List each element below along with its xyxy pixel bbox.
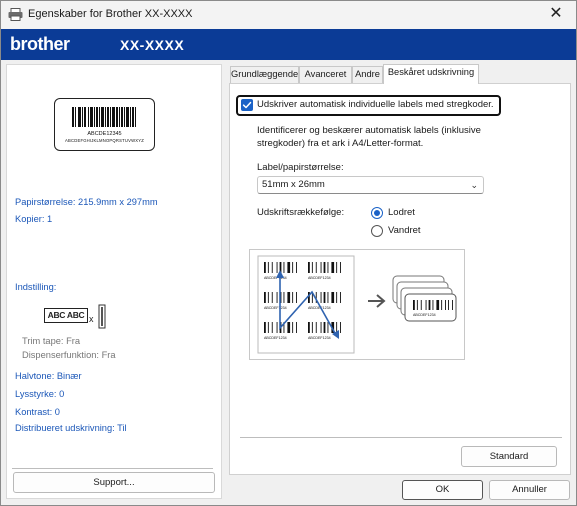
divider xyxy=(240,437,562,438)
close-button[interactable]: ✕ xyxy=(534,1,576,29)
setting-header: Indstilling: xyxy=(15,282,57,292)
radio-vertical[interactable] xyxy=(371,207,383,219)
sheet-barcode-text: ABCDEF1234 xyxy=(308,336,331,340)
printer-icon xyxy=(8,8,23,21)
cancel-button[interactable]: Annuller xyxy=(489,480,570,500)
svg-text:x: x xyxy=(89,314,94,324)
arrow-right-icon xyxy=(368,294,386,308)
brand-bar: brother XX-XXXX xyxy=(1,29,576,60)
window-title: Egenskaber for Brother XX-XXXX xyxy=(28,8,193,20)
copies-info: Kopier: 1 xyxy=(15,214,53,224)
stack-barcode-text: ABCDEF1234 xyxy=(413,313,436,317)
support-button[interactable]: Support... xyxy=(13,472,215,493)
radio-horizontal[interactable] xyxy=(371,225,383,237)
tab-basic[interactable]: Grundlæggende xyxy=(230,66,299,83)
auto-crop-checkbox[interactable] xyxy=(241,99,253,111)
print-order-label: Udskriftsrækkefølge: xyxy=(257,207,345,218)
setting-icon-label: ABC ABC xyxy=(44,308,88,323)
preview-text-code: ABCDE12345 xyxy=(87,131,122,137)
label-preview: ABCDE12345 ABCDEFGHIJKLMNOPQRSTUVWXYZ xyxy=(54,98,155,151)
ok-button[interactable]: OK xyxy=(402,480,483,500)
radio-horizontal-label[interactable]: Vandret xyxy=(388,225,421,236)
tab-cropped-printing[interactable]: Beskåret udskrivning xyxy=(383,64,479,84)
tab-other[interactable]: Andre xyxy=(352,66,383,83)
cropped-printing-panel: Udskriver automatisk individuelle labels… xyxy=(229,83,571,475)
trim-setting-icon: ABC ABC x xyxy=(44,304,114,334)
radio-vertical-label[interactable]: Lodret xyxy=(388,207,415,218)
contrast-info: Kontrast: 0 xyxy=(15,407,60,417)
cutter-icon: x xyxy=(89,304,106,329)
model-name: XX-XXXX xyxy=(120,37,185,53)
distributed-printing-info: Distribueret udskrivning: Til xyxy=(15,423,127,433)
divider xyxy=(12,468,213,469)
chevron-down-icon: ⌄ xyxy=(470,180,478,190)
sheet-barcode-text: ABCDEF1234 xyxy=(264,306,287,310)
label-size-value: 51mm x 26mm xyxy=(262,179,325,190)
description-line-1: Identificerer og beskærer automatisk lab… xyxy=(257,125,481,136)
halftone-info: Halvtone: Binær xyxy=(15,371,82,381)
trim-tape-info: Trim tape: Fra xyxy=(22,336,81,346)
dispenser-info: Dispenserfunktion: Fra xyxy=(22,350,116,360)
brother-logo: brother xyxy=(10,34,70,54)
label-size-dropdown[interactable]: 51mm x 26mm ⌄ xyxy=(257,176,484,194)
crop-diagram: ABCDEF1234 ABCDEF1234 ABCDEF1234 ABCDEF1234… xyxy=(257,255,457,354)
label-size-label: Label/papirstørrelse: xyxy=(257,162,344,173)
properties-dialog: Egenskaber for Brother XX-XXXX ✕ brother… xyxy=(0,0,577,506)
description-line-2: stregkoder) fra et ark i A4/Letter-forma… xyxy=(257,138,424,149)
preview-text-alphabet: ABCDEFGHIJKLMNOPQRSTUVWXYZ xyxy=(65,138,144,143)
standard-button[interactable]: Standard xyxy=(461,446,557,467)
title-bar: Egenskaber for Brother XX-XXXX ✕ xyxy=(1,1,576,29)
sheet-barcode-text: ABCDEF1234 xyxy=(308,276,331,280)
tab-advanced[interactable]: Avanceret xyxy=(299,66,352,83)
crop-order-illustration: ABCDEF1234 ABCDEF1234 ABCDEF1234 ABCDEF1234… xyxy=(249,249,465,360)
paper-size-info: Papirstørrelse: 215.9mm x 297mm xyxy=(15,197,158,207)
settings-summary-panel: ABCDE12345 ABCDEFGHIJKLMNOPQRSTUVWXYZ Pa… xyxy=(6,64,222,499)
checkmark-icon xyxy=(242,101,252,109)
sheet-barcode-text: ABCDEF1234 xyxy=(264,336,287,340)
brightness-info: Lysstyrke: 0 xyxy=(15,389,65,399)
auto-crop-checkbox-label[interactable]: Udskriver automatisk individuelle labels… xyxy=(257,99,494,110)
